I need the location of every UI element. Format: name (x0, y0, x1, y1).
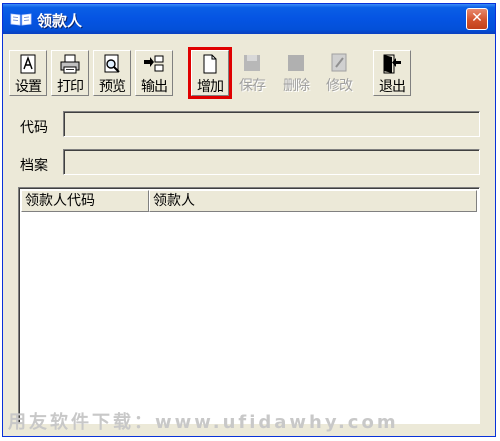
column-header-payee[interactable]: 领款人 (149, 190, 477, 212)
add-button[interactable]: 增加 (188, 47, 232, 99)
print-label: 打印 (57, 79, 84, 95)
delete-icon (288, 55, 304, 71)
add-label: 增加 (197, 79, 224, 95)
payee-dialog-window: 领款人 ✕ 设置 打印 预览 输出 增加 保存 删除 修改 退出 代码 档案 领… (2, 3, 496, 437)
preview-button[interactable]: 预览 (93, 50, 131, 96)
new-document-icon (203, 54, 217, 74)
exit-icon (383, 54, 401, 74)
file-field[interactable] (63, 149, 480, 175)
save-icon (244, 55, 260, 71)
setup-button[interactable]: 设置 (9, 50, 47, 96)
list-header: 领款人代码 领款人 (21, 190, 477, 212)
toolbar: 设置 打印 预览 输出 增加 保存 删除 修改 退出 (3, 34, 495, 102)
preview-icon (104, 54, 120, 73)
export-icon (144, 55, 164, 72)
setup-label: 设置 (15, 79, 42, 95)
close-button[interactable]: ✕ (466, 8, 488, 30)
file-row: 档案 (3, 149, 495, 177)
title-bar[interactable]: 领款人 ✕ (3, 4, 495, 34)
delete-label: 删除 (283, 78, 310, 94)
column-header-payee-code[interactable]: 领款人代码 (21, 190, 149, 212)
printer-icon (60, 54, 80, 74)
window-title: 领款人 (37, 12, 83, 30)
code-row: 代码 (3, 111, 495, 139)
open-book-icon (10, 13, 32, 26)
save-button[interactable]: 保存 (233, 50, 271, 96)
edit-icon (331, 53, 347, 72)
close-icon: ✕ (471, 10, 483, 26)
code-field[interactable] (63, 111, 480, 137)
delete-button[interactable]: 删除 (277, 50, 315, 96)
save-label: 保存 (239, 78, 266, 94)
payee-list[interactable]: 领款人代码 领款人 (18, 187, 480, 424)
export-label: 输出 (141, 79, 168, 95)
edit-label: 修改 (326, 78, 353, 94)
code-label: 代码 (20, 120, 48, 136)
exit-button[interactable]: 退出 (373, 50, 411, 96)
watermark-text: 用友软件下载：www.ufidawhy.com (8, 412, 399, 433)
export-button[interactable]: 输出 (135, 50, 173, 96)
file-label: 档案 (20, 158, 48, 174)
preview-label: 预览 (99, 79, 126, 95)
exit-label: 退出 (379, 79, 406, 95)
edit-button[interactable]: 修改 (320, 50, 358, 96)
print-button[interactable]: 打印 (51, 50, 89, 96)
setup-icon (20, 54, 36, 74)
